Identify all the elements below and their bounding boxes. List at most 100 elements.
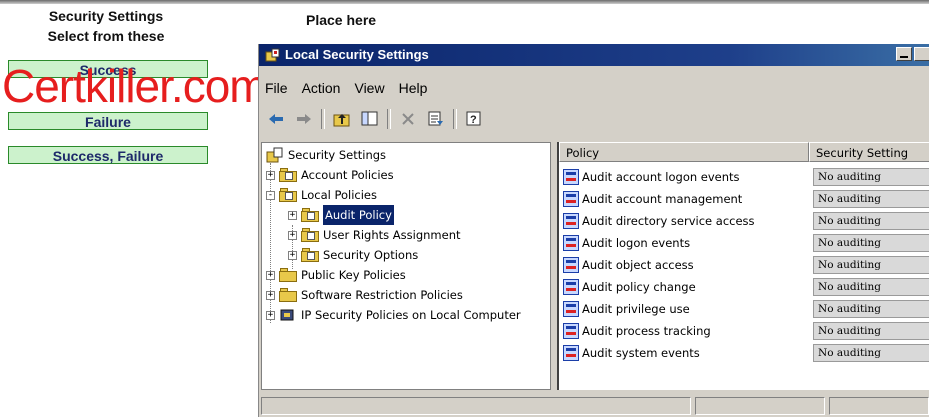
table-row[interactable]: Audit object access No auditing — [559, 254, 929, 276]
table-row[interactable]: Audit system events No auditing — [559, 342, 929, 364]
folder-icon — [279, 188, 297, 202]
tree-item-label: Software Restriction Policies — [301, 288, 463, 302]
column-header-policy[interactable]: Policy — [559, 142, 809, 162]
policy-list-pane: Policy Security Setting Audit account lo… — [557, 142, 929, 390]
security-setting-value[interactable]: No auditing — [813, 256, 929, 274]
status-cell — [829, 397, 929, 415]
tree-item-label: Public Key Policies — [301, 268, 406, 282]
table-row[interactable]: Audit process tracking No auditing — [559, 320, 929, 342]
tree-root-label: Security Settings — [288, 148, 387, 162]
choice-success-failure[interactable]: Success, Failure — [8, 146, 208, 164]
policy-name: Audit process tracking — [582, 324, 711, 338]
policy-icon — [563, 191, 579, 207]
tree-root[interactable]: Security Settings — [266, 145, 386, 165]
forward-button[interactable] — [293, 108, 315, 130]
policy-name: Audit account management — [582, 192, 743, 206]
policy-name: Audit directory service access — [582, 214, 755, 228]
expand-icon[interactable]: + — [288, 230, 297, 240]
drop-target-label: Place here — [306, 12, 377, 28]
policy-icon — [563, 169, 579, 185]
delete-icon — [402, 113, 414, 125]
expand-icon[interactable]: + — [266, 170, 275, 180]
security-settings-icon — [265, 48, 280, 62]
export-list-icon — [428, 111, 443, 126]
menu-bar: File Action View Help — [259, 77, 427, 99]
policy-icon — [563, 279, 579, 295]
expand-icon[interactable]: + — [288, 250, 297, 260]
policy-name: Audit privilege use — [582, 302, 690, 316]
tree-item-label: Account Policies — [301, 168, 394, 182]
folder-icon — [301, 228, 319, 242]
tree-item-label-selected: Audit Policy — [323, 205, 394, 225]
svg-text:?: ? — [470, 114, 477, 126]
tree-item-audit-policy[interactable]: + Audit Policy — [288, 205, 394, 225]
forward-arrow-icon — [297, 114, 311, 124]
table-row[interactable]: Audit logon events No auditing — [559, 232, 929, 254]
expand-icon[interactable]: + — [266, 270, 275, 280]
policy-name: Audit logon events — [582, 236, 691, 250]
folder-icon — [301, 208, 319, 222]
security-setting-value[interactable]: No auditing — [813, 234, 929, 252]
back-button[interactable] — [265, 108, 287, 130]
menu-view[interactable]: View — [354, 77, 384, 99]
help-button[interactable]: ? — [463, 108, 485, 130]
show-hide-tree-button[interactable] — [359, 108, 381, 130]
ip-security-icon — [280, 309, 294, 321]
security-setting-value[interactable]: No auditing — [813, 190, 929, 208]
delete-button[interactable] — [397, 108, 419, 130]
menu-action[interactable]: Action — [302, 77, 341, 99]
tree-pane: Security Settings + Account Policies - L… — [261, 142, 551, 390]
choice-failure[interactable]: Failure — [8, 112, 208, 130]
table-row[interactable]: Audit policy change No auditing — [559, 276, 929, 298]
maximize-button[interactable] — [914, 47, 929, 61]
security-setting-value[interactable]: No auditing — [813, 212, 929, 230]
window-controls — [896, 47, 929, 61]
up-folder-icon — [333, 114, 350, 127]
tree-item-user-rights-assignment[interactable]: + User Rights Assignment — [288, 225, 461, 245]
heading-line-1: Security Settings — [48, 8, 164, 24]
tree-item-security-options[interactable]: + Security Options — [288, 245, 418, 265]
export-list-button[interactable] — [425, 108, 447, 130]
expand-icon[interactable]: + — [288, 210, 297, 220]
minimize-button[interactable] — [896, 47, 912, 61]
table-row[interactable]: Audit account management No auditing — [559, 188, 929, 210]
table-row[interactable]: Audit privilege use No auditing — [559, 298, 929, 320]
tree-item-software-restriction-policies[interactable]: + Software Restriction Policies — [266, 285, 463, 305]
policy-name: Audit policy change — [582, 280, 696, 294]
up-one-level-button[interactable] — [331, 108, 353, 130]
status-bar — [259, 397, 929, 417]
table-row[interactable]: Audit directory service access No auditi… — [559, 210, 929, 232]
instructions-heading: Security Settings Select from these — [6, 6, 206, 46]
tree-item-local-policies[interactable]: - Local Policies — [266, 185, 377, 205]
local-security-settings-window: Local Security Settings File Action View… — [258, 44, 929, 417]
policy-icon — [563, 301, 579, 317]
tree-item-account-policies[interactable]: + Account Policies — [266, 165, 394, 185]
toolbar: ? — [259, 106, 929, 132]
security-setting-value[interactable]: No auditing — [813, 322, 929, 340]
tree-item-ip-security-policies[interactable]: + IP Security Policies on Local Computer — [266, 305, 521, 325]
status-cell — [695, 397, 825, 415]
tree-item-label: User Rights Assignment — [323, 228, 461, 242]
certkiller-watermark: Certkiller.com — [2, 60, 268, 112]
security-settings-icon — [266, 147, 283, 163]
policy-icon — [563, 345, 579, 361]
security-setting-value[interactable]: No auditing — [813, 168, 929, 186]
collapse-icon[interactable]: - — [266, 190, 275, 200]
tree-item-public-key-policies[interactable]: + Public Key Policies — [266, 265, 406, 285]
tree-item-label: Security Options — [323, 248, 419, 262]
security-setting-value[interactable]: No auditing — [813, 300, 929, 318]
list-header: Policy Security Setting — [559, 142, 929, 162]
menu-help[interactable]: Help — [399, 77, 428, 99]
top-edge — [0, 0, 929, 4]
policy-icon — [563, 213, 579, 229]
window-title: Local Security Settings — [285, 47, 429, 62]
expand-icon[interactable]: + — [266, 310, 275, 320]
security-setting-value[interactable]: No auditing — [813, 278, 929, 296]
security-setting-value[interactable]: No auditing — [813, 344, 929, 362]
menu-file[interactable]: File — [265, 77, 288, 99]
help-icon: ? — [466, 111, 481, 126]
table-row[interactable]: Audit account logon events No auditing — [559, 166, 929, 188]
policy-icon — [563, 257, 579, 273]
expand-icon[interactable]: + — [266, 290, 275, 300]
column-header-security-setting[interactable]: Security Setting — [809, 142, 929, 162]
